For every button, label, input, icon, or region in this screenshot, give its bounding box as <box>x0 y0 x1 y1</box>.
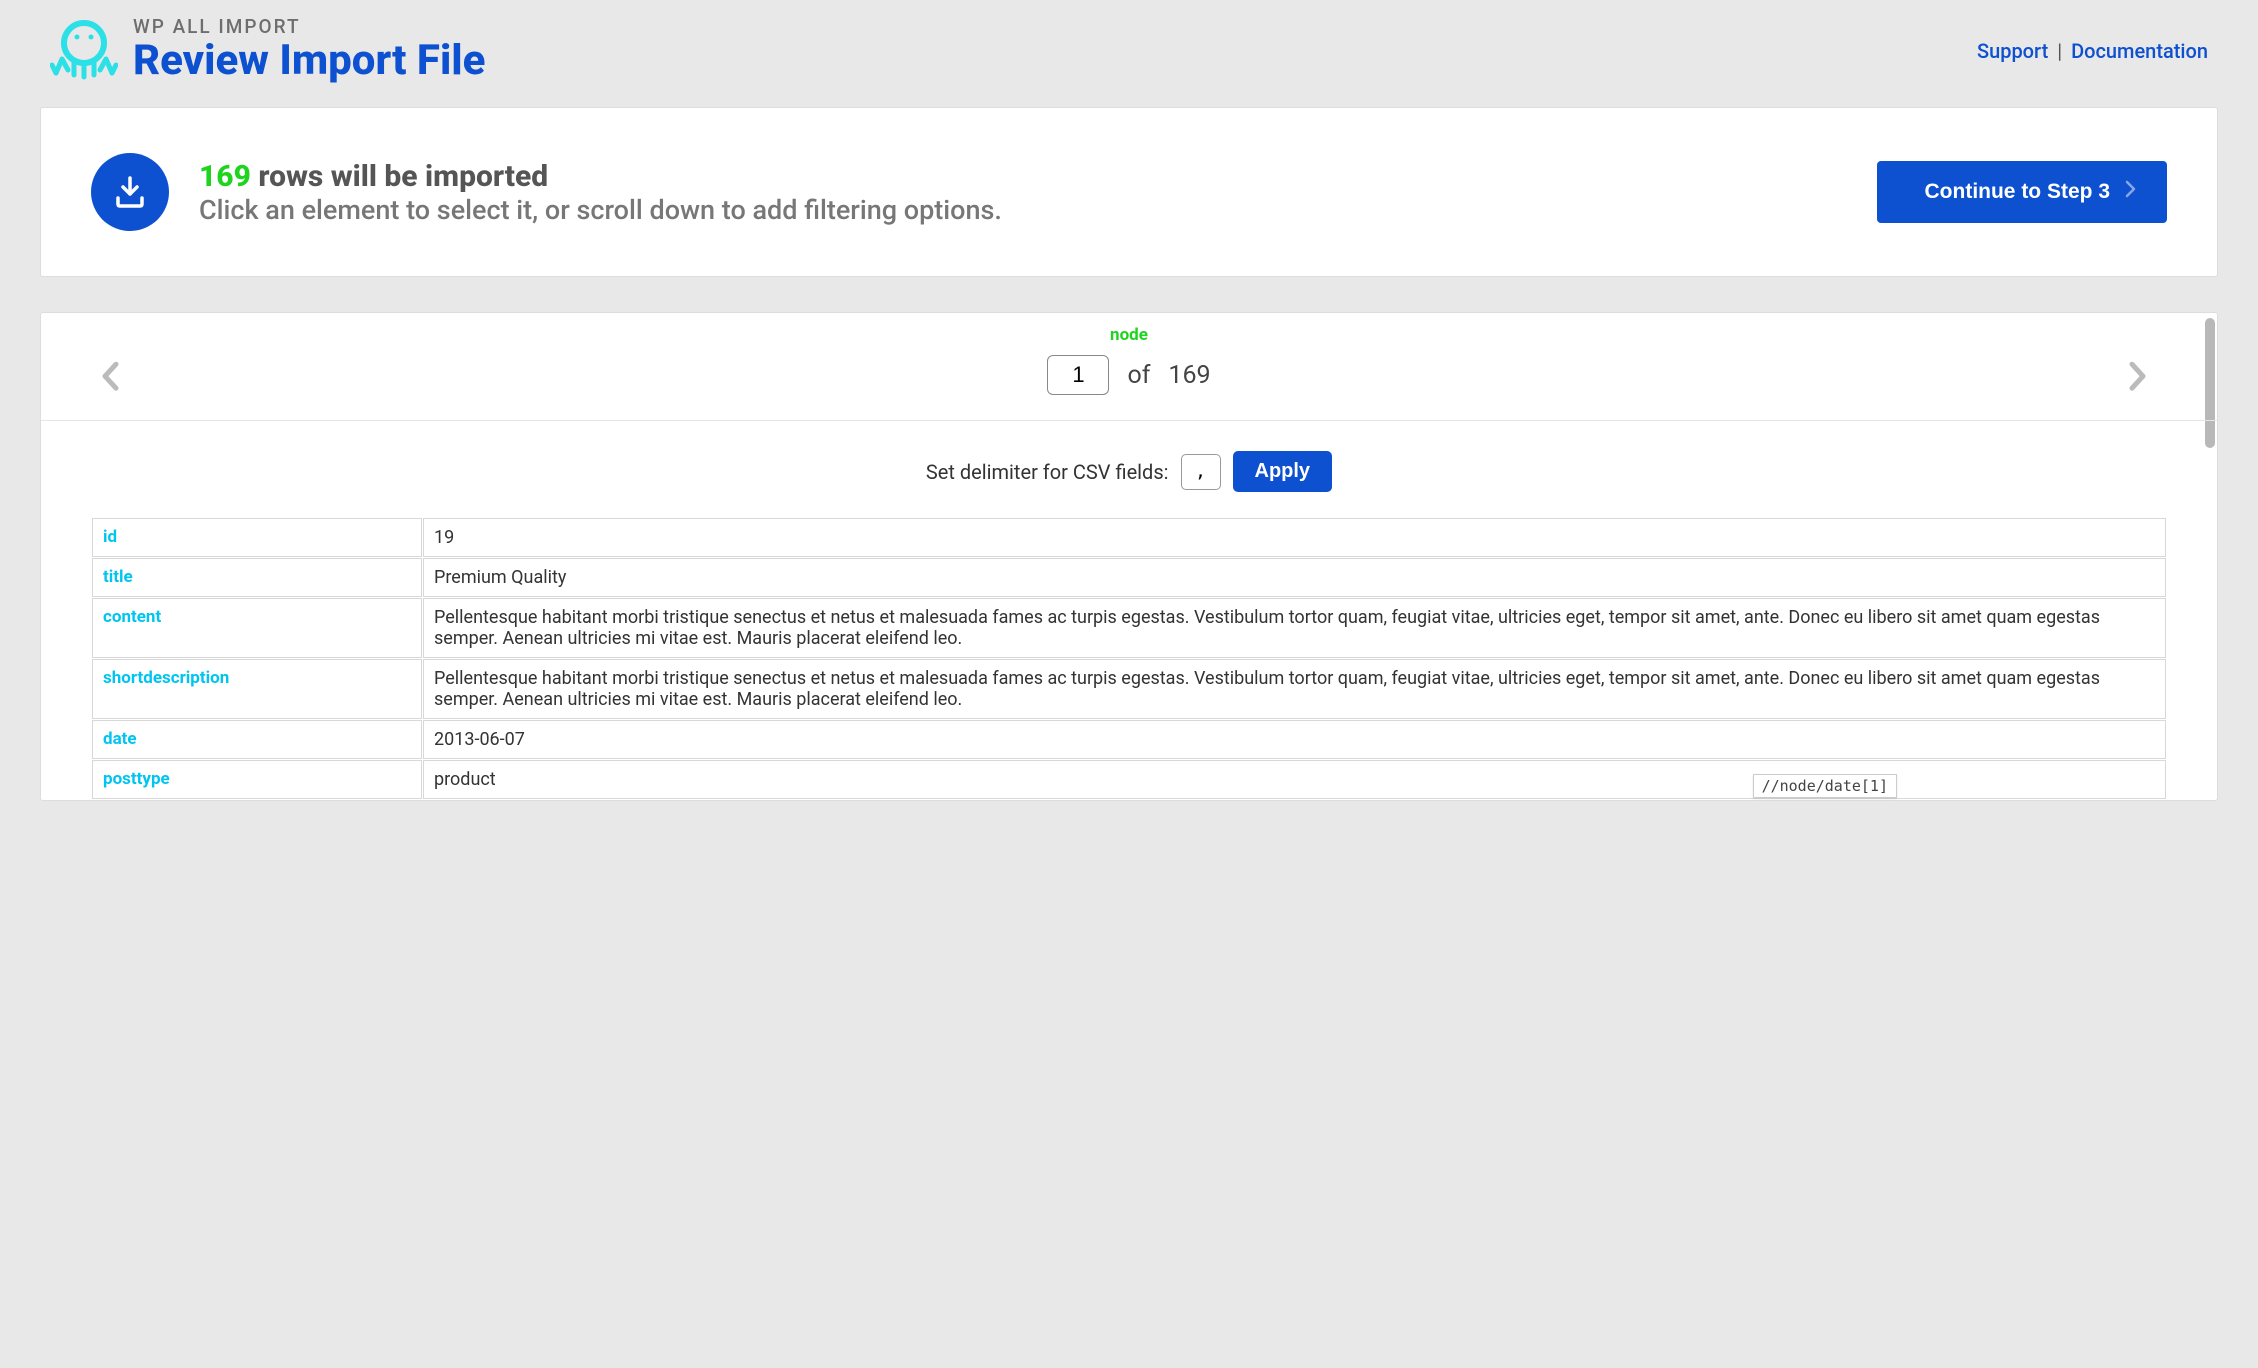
field-value[interactable]: product <box>423 760 2166 799</box>
table-row[interactable]: id19 <box>92 518 2166 557</box>
table-row[interactable]: date2013-06-07 <box>92 720 2166 759</box>
support-link[interactable]: Support <box>1977 39 2048 63</box>
field-value[interactable]: Premium Quality <box>423 558 2166 597</box>
page-number-input[interactable] <box>1047 355 1109 395</box>
field-key[interactable]: date <box>92 720 422 759</box>
row-count-text: 169 rows will be imported <box>199 159 1002 194</box>
table-row[interactable]: contentPellentesque habitant morbi trist… <box>92 598 2166 658</box>
field-key[interactable]: posttype <box>92 760 422 799</box>
field-key[interactable]: content <box>92 598 422 658</box>
row-count-number: 169 <box>199 159 251 194</box>
field-value[interactable]: Pellentesque habitant morbi tristique se… <box>423 659 2166 719</box>
continue-button-label: Continue to Step 3 <box>1925 180 2111 204</box>
field-key[interactable]: id <box>92 518 422 557</box>
preview-panel: node of 169 Set delimiter for CSV fields… <box>40 312 2218 801</box>
field-table: id19titlePremium QualitycontentPellentes… <box>91 517 2167 800</box>
link-separator: | <box>2057 39 2062 63</box>
prev-record-button[interactable] <box>91 350 131 406</box>
chevron-right-icon <box>2125 180 2137 204</box>
import-icon <box>91 153 169 231</box>
next-record-button[interactable] <box>2117 350 2157 406</box>
pager-of-label: of <box>1127 361 1150 390</box>
documentation-link[interactable]: Documentation <box>2071 39 2208 63</box>
delimiter-input[interactable] <box>1181 454 1221 490</box>
field-key[interactable]: shortdescription <box>92 659 422 719</box>
continue-button[interactable]: Continue to Step 3 <box>1877 161 2168 223</box>
table-row[interactable]: shortdescriptionPellentesque habitant mo… <box>92 659 2166 719</box>
field-value[interactable]: 2013-06-07 <box>423 720 2166 759</box>
field-value[interactable]: Pellentesque habitant morbi tristique se… <box>423 598 2166 658</box>
field-key[interactable]: title <box>92 558 422 597</box>
page-title: Review Import File <box>133 38 485 84</box>
brand-text: WP ALL IMPORT <box>133 15 485 38</box>
row-count-suffix: rows will be imported <box>258 159 548 194</box>
node-label: node <box>1047 325 1210 345</box>
field-value[interactable]: 19 <box>423 518 2166 557</box>
app-logo-icon <box>50 15 118 87</box>
summary-subtext: Click an element to select it, or scroll… <box>199 194 1002 226</box>
delimiter-label: Set delimiter for CSV fields: <box>926 460 1169 484</box>
summary-panel: 169 rows will be imported Click an eleme… <box>40 107 2218 277</box>
apply-button[interactable]: Apply <box>1233 451 1333 492</box>
table-row[interactable]: titlePremium Quality <box>92 558 2166 597</box>
header-links: Support | Documentation <box>1977 39 2208 63</box>
xpath-tooltip: //node/date[1] <box>1753 774 1897 798</box>
pager-total: 169 <box>1168 361 1210 390</box>
